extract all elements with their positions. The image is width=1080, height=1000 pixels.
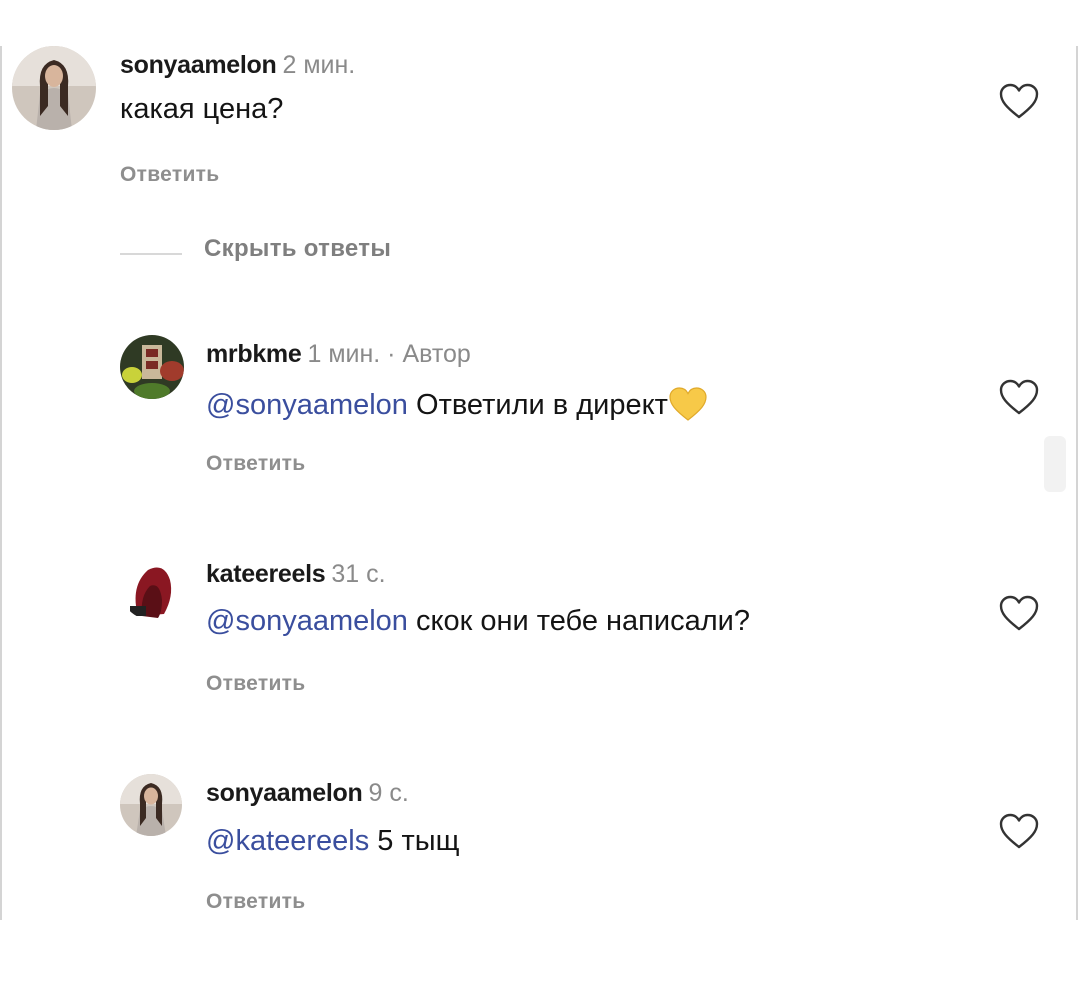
reply-button[interactable]: Ответить [206, 890, 305, 914]
username[interactable]: sonyaamelon [120, 51, 277, 79]
comment-meta: sonyaamelon 2 мин. [120, 51, 355, 80]
comment-text: @kateereels 5 тыщ [206, 825, 459, 858]
comment-text: @sonyaamelon Ответили в директ [206, 386, 708, 422]
timestamp: 2 мин. [282, 51, 356, 79]
woman-photo-icon [12, 46, 96, 130]
mention-link[interactable]: @sonyaamelon [206, 389, 408, 421]
avatar[interactable] [120, 774, 182, 836]
scrollbar[interactable] [1044, 436, 1066, 492]
red-hair-photo-icon [120, 556, 184, 620]
woman-photo-icon [120, 774, 182, 836]
comment-meta: mrbkme 1 мин. · Автор [206, 340, 471, 369]
timestamp: 31 с. [331, 560, 386, 588]
mention-link[interactable]: @sonyaamelon [206, 605, 408, 637]
username[interactable]: mrbkme [206, 340, 302, 368]
comment-body: скок они тебе написали? [407, 605, 750, 637]
comment-body: Ответили в директ [407, 389, 668, 421]
like-heart-icon[interactable] [998, 82, 1040, 120]
username[interactable]: sonyaamelon [206, 779, 363, 807]
hide-replies-divider [120, 253, 182, 255]
avatar[interactable] [12, 46, 96, 130]
timestamp: 1 мин. · Автор [307, 340, 471, 368]
reply-button[interactable]: Ответить [206, 452, 305, 476]
comment-text: @sonyaamelon скок они тебе написали? [206, 605, 750, 638]
comment-body: какая цена? [120, 93, 284, 125]
yellow-heart-icon [668, 386, 708, 422]
timestamp: 9 с. [368, 779, 409, 807]
like-heart-icon[interactable] [998, 812, 1040, 850]
avatar[interactable] [120, 335, 184, 399]
comment-meta: kateereels 31 с. [206, 560, 386, 589]
comment-body: 5 тыщ [369, 825, 460, 857]
like-heart-icon[interactable] [998, 378, 1040, 416]
hide-replies-button[interactable]: Скрыть ответы [204, 235, 391, 263]
like-heart-icon[interactable] [998, 594, 1040, 632]
avatar[interactable] [120, 556, 184, 620]
store-logo-icon [120, 335, 184, 399]
comment-meta: sonyaamelon 9 с. [206, 779, 409, 808]
reply-button[interactable]: Ответить [120, 163, 219, 187]
comment-text: какая цена? [120, 93, 283, 126]
mention-link[interactable]: @kateereels [206, 825, 369, 857]
username[interactable]: kateereels [206, 560, 326, 588]
reply-button[interactable]: Ответить [206, 672, 305, 696]
